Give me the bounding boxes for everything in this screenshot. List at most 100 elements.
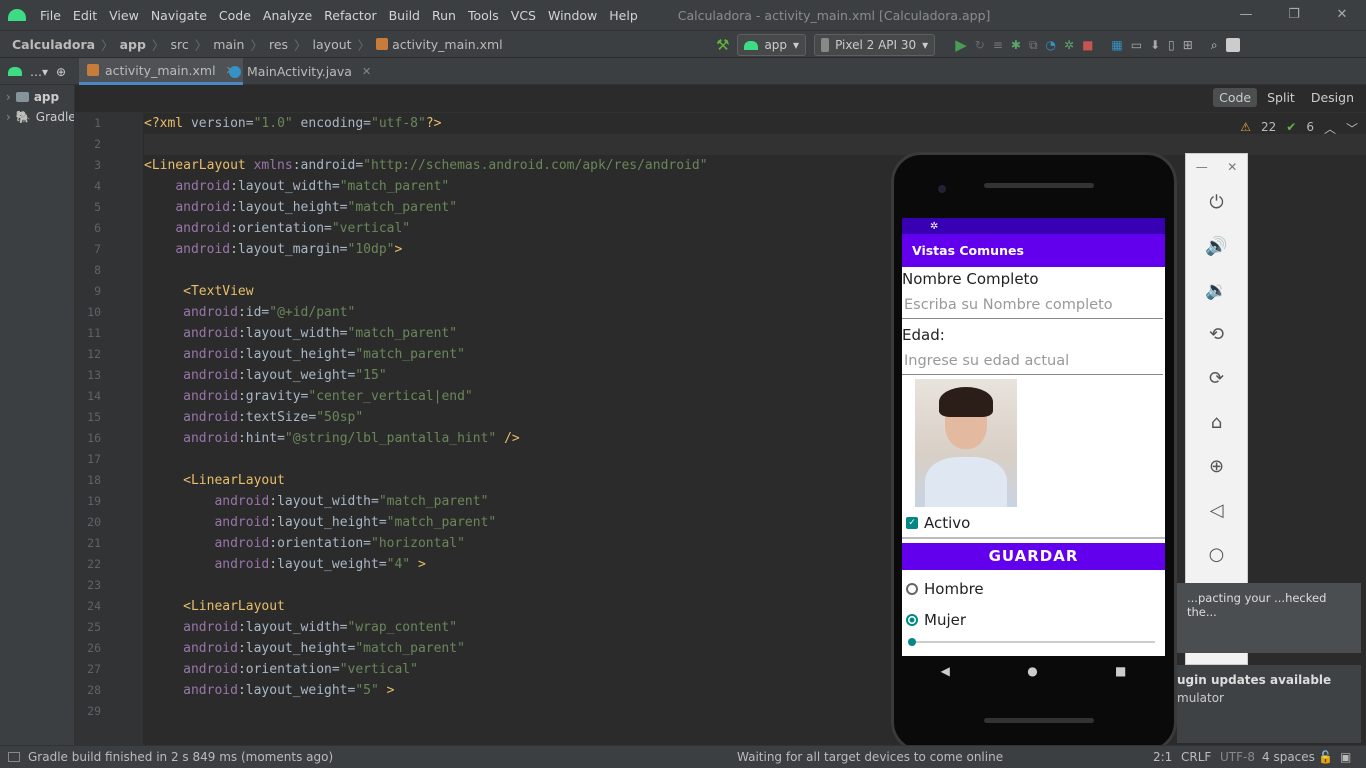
menu-tools[interactable]: Tools: [462, 8, 505, 23]
volume-up-icon[interactable]: 🔊: [1186, 224, 1247, 268]
minimize-icon[interactable]: —: [1222, 0, 1270, 30]
stop-icon[interactable]: ■: [1082, 38, 1093, 52]
radio-hombre[interactable]: Hombre: [902, 573, 1165, 604]
close-icon[interactable]: ✕: [1227, 160, 1237, 174]
line-separator[interactable]: CRLF: [1181, 750, 1211, 764]
sdk-manager-icon[interactable]: ⬇: [1150, 38, 1160, 52]
menu-build[interactable]: Build: [383, 8, 426, 23]
code-line[interactable]: android:layout_height="match_parent": [144, 512, 496, 533]
power-icon[interactable]: ⏻: [1186, 180, 1247, 224]
notification-balloon[interactable]: ...pacting your ...hecked the...: [1177, 583, 1361, 653]
rotate-left-icon[interactable]: ⟲: [1186, 312, 1247, 356]
code-line[interactable]: <LinearLayout: [144, 470, 285, 491]
menu-vcs[interactable]: VCS: [505, 8, 542, 23]
menu-run[interactable]: Run: [426, 8, 462, 23]
code-line[interactable]: android:id="@+id/pant": [144, 302, 355, 323]
mode-code-button[interactable]: Code: [1213, 88, 1258, 107]
radio-checked-icon[interactable]: [906, 613, 918, 626]
code-line[interactable]: <LinearLayout xmlns:android="http://sche…: [144, 155, 708, 176]
breadcrumb-item[interactable]: layout: [313, 37, 352, 52]
guardar-button[interactable]: GUARDAR: [902, 543, 1165, 570]
code-line[interactable]: <?xml version="1.0" encoding="utf-8"?>: [144, 113, 441, 134]
project-tree-item-app[interactable]: › app: [0, 87, 74, 107]
menu-code[interactable]: Code: [213, 8, 257, 23]
status-message[interactable]: Gradle build finished in 2 s 849 ms (mom…: [28, 750, 333, 764]
user-icon[interactable]: [1225, 38, 1240, 52]
attach-debugger-icon[interactable]: ✲: [1064, 38, 1074, 52]
mode-design-button[interactable]: Design: [1305, 88, 1360, 107]
back-icon[interactable]: ◁: [1186, 488, 1247, 532]
hammer-icon[interactable]: ⚒: [716, 36, 729, 54]
checkbox-checked-icon[interactable]: ✓: [906, 517, 918, 529]
home-icon[interactable]: ○: [1186, 532, 1247, 576]
breadcrumb-item[interactable]: res: [269, 37, 288, 52]
memory-icon[interactable]: ▣: [1340, 750, 1351, 764]
menu-window[interactable]: Window: [542, 8, 603, 23]
restore-icon[interactable]: ❐: [1270, 0, 1318, 30]
code-line[interactable]: <LinearLayout: [144, 596, 285, 617]
radio-mujer[interactable]: Mujer: [902, 604, 1165, 635]
menu-navigate[interactable]: Navigate: [145, 8, 213, 23]
back-icon[interactable]: ◀: [941, 664, 950, 678]
device-dropdown[interactable]: Pixel 2 API 30 ▾: [814, 34, 936, 56]
menu-refactor[interactable]: Refactor: [318, 8, 382, 23]
breadcrumb-item[interactable]: app: [120, 37, 146, 52]
avd-manager-icon[interactable]: ▭: [1131, 38, 1142, 52]
attach-icon[interactable]: ⧉: [1029, 38, 1038, 53]
home-icon[interactable]: ●: [1027, 664, 1037, 678]
code-line[interactable]: android:orientation="horizontal": [144, 533, 464, 554]
chevron-right-icon[interactable]: ›: [6, 90, 11, 104]
close-tab-icon[interactable]: ✕: [362, 65, 371, 78]
seekbar[interactable]: [908, 638, 1155, 646]
breadcrumb-item[interactable]: main: [213, 37, 244, 52]
code-line[interactable]: android:hint="@string/lbl_pantalla_hint"…: [144, 428, 520, 449]
target-icon[interactable]: ⊕: [56, 65, 66, 79]
recents-icon[interactable]: ■: [1115, 664, 1126, 678]
more-icon[interactable]: …▾: [30, 65, 48, 79]
device-manager-icon[interactable]: ▯: [1168, 38, 1175, 52]
volume-down-icon[interactable]: 🔉: [1186, 268, 1247, 312]
project-tree-item-gradle[interactable]: › 🐘 Gradle: [0, 107, 74, 127]
zoom-icon[interactable]: ⊕: [1186, 444, 1247, 488]
camera-icon[interactable]: ⌂: [1186, 400, 1247, 444]
mode-split-button[interactable]: Split: [1261, 88, 1301, 107]
breadcrumb-item[interactable]: src: [170, 37, 188, 52]
rotate-right-icon[interactable]: ⟳: [1186, 356, 1247, 400]
code-line[interactable]: android:layout_weight="4" >: [144, 554, 425, 575]
toggle-tool-windows-icon[interactable]: [8, 752, 20, 762]
layout-inspector-icon[interactable]: ⊞: [1183, 38, 1193, 52]
code-line[interactable]: android:layout_width="match_parent": [144, 323, 457, 344]
apply-changes-icon[interactable]: ≡: [993, 38, 1003, 52]
code-line[interactable]: android:layout_width="wrap_content": [144, 617, 457, 638]
code-line[interactable]: android:layout_weight="5" >: [144, 680, 394, 701]
background-task-status[interactable]: Waiting for all target devices to come o…: [737, 750, 1003, 764]
profile-icon[interactable]: ◔: [1046, 38, 1056, 52]
sync-icon[interactable]: ▦: [1111, 38, 1122, 52]
run-icon[interactable]: ▶: [955, 36, 967, 54]
file-encoding[interactable]: UTF-8: [1220, 750, 1255, 764]
code-line[interactable]: android:layout_weight="15": [144, 365, 387, 386]
menu-edit[interactable]: Edit: [67, 8, 103, 23]
menu-help[interactable]: Help: [603, 8, 644, 23]
code-line[interactable]: android:layout_height="match_parent": [144, 197, 457, 218]
emulator-screen[interactable]: ✲ Vistas Comunes Nombre Completo Escriba…: [902, 218, 1165, 656]
run-config-dropdown[interactable]: app ▾: [737, 34, 807, 56]
seekbar-thumb[interactable]: [908, 638, 916, 646]
menu-analyze[interactable]: Analyze: [257, 8, 318, 23]
activo-checkbox[interactable]: ✓ Activo: [902, 511, 1165, 535]
caret-position[interactable]: 2:1: [1153, 750, 1172, 764]
code-line[interactable]: android:layout_height="match_parent": [144, 638, 465, 659]
age-input[interactable]: Ingrese su edad actual: [902, 347, 1163, 375]
indent-setting[interactable]: 4 spaces: [1262, 750, 1315, 764]
code-line[interactable]: <TextView: [144, 281, 253, 302]
close-icon[interactable]: ✕: [1318, 0, 1366, 30]
breadcrumb-item[interactable]: Calculadora: [12, 37, 95, 52]
code-line[interactable]: android:gravity="center_vertical|end": [144, 386, 473, 407]
code-line[interactable]: android:layout_width="match_parent": [144, 176, 449, 197]
code-line[interactable]: android:layout_margin="10dp">: [144, 239, 402, 260]
code-line[interactable]: android:orientation="vertical": [144, 218, 410, 239]
menu-file[interactable]: File: [34, 8, 67, 23]
debug-icon[interactable]: ✱: [1011, 38, 1021, 52]
minimize-icon[interactable]: —: [1196, 160, 1208, 174]
rerun-icon[interactable]: ↻: [975, 38, 985, 52]
